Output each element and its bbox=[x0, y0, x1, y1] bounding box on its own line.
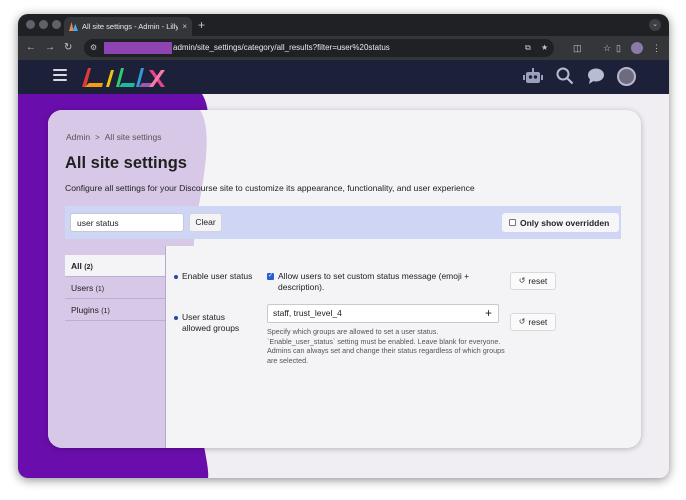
user-avatar[interactable] bbox=[617, 67, 636, 86]
site-logo[interactable] bbox=[82, 66, 166, 88]
reset-enable-user-status-button[interactable]: ↺ reset bbox=[510, 272, 556, 290]
allowed-groups-help-text: Specify which groups are allowed to set … bbox=[267, 327, 505, 365]
setting-name-line: allowed groups bbox=[182, 323, 240, 333]
minimize-window-button[interactable] bbox=[39, 20, 48, 29]
nav-item-users[interactable]: Users (1) bbox=[65, 277, 165, 299]
new-tab-button[interactable]: + bbox=[198, 17, 205, 33]
only-show-overridden-label: Only show overridden bbox=[520, 217, 610, 228]
overridden-checkbox[interactable] bbox=[509, 219, 516, 226]
redacted-domain bbox=[104, 42, 172, 54]
category-nav: All (2) Users (1) Plugins (1) bbox=[65, 255, 165, 321]
bookmarks-icon[interactable]: ☆ bbox=[603, 41, 611, 55]
setting-bullet bbox=[174, 316, 178, 320]
tab-title: All site settings - Admin - Lilly bbox=[82, 22, 179, 31]
site-header bbox=[18, 60, 669, 94]
tab-strip: All site settings - Admin - Lilly × + ⌄ bbox=[18, 14, 669, 36]
nav-item-label: Plugins bbox=[71, 305, 99, 315]
address-bar[interactable]: ⚙ admin/site_settings/category/all_resul… bbox=[84, 39, 554, 57]
maximize-window-button[interactable] bbox=[52, 20, 61, 29]
enable-user-status-checkbox[interactable]: ✓ bbox=[267, 273, 274, 280]
tab-close-icon[interactable]: × bbox=[182, 22, 187, 31]
page-title: All site settings bbox=[65, 154, 187, 172]
nav-item-plugins[interactable]: Plugins (1) bbox=[65, 299, 165, 321]
browser-tab-active[interactable]: All site settings - Admin - Lilly × bbox=[64, 17, 192, 36]
page-body: Admin > All site settings All site setti… bbox=[18, 94, 669, 478]
settings-card: Admin > All site settings All site setti… bbox=[48, 110, 641, 448]
page-subtitle: Configure all settings for your Discours… bbox=[65, 183, 475, 193]
nav-item-count: (1) bbox=[101, 308, 110, 315]
setting-name-enable-user-status: Enable user status bbox=[182, 271, 253, 281]
reset-label: reset bbox=[528, 317, 548, 327]
settings-list: Enable user status ✓ Allow users to set … bbox=[165, 246, 641, 448]
reset-label: reset bbox=[528, 276, 548, 286]
nav-item-label: Users bbox=[71, 283, 94, 293]
breadcrumb-current: All site settings bbox=[104, 132, 162, 142]
hamburger-menu-icon[interactable] bbox=[53, 69, 67, 84]
site-favicon-icon bbox=[69, 22, 78, 31]
reset-allowed-groups-button[interactable]: ↺ reset bbox=[510, 313, 556, 331]
add-group-plus-icon[interactable]: + bbox=[485, 306, 492, 321]
bookmark-star-icon[interactable]: ★ bbox=[541, 42, 548, 54]
profile-avatar[interactable] bbox=[631, 42, 643, 54]
browser-toolbar: ← → ↻ ⚙ admin/site_settings/category/all… bbox=[18, 36, 669, 60]
close-window-button[interactable] bbox=[26, 20, 35, 29]
browser-window: All site settings - Admin - Lilly × + ⌄ … bbox=[18, 14, 669, 478]
allowed-groups-selector[interactable]: staff, trust_level_4 + bbox=[267, 304, 499, 323]
url-text: admin/site_settings/category/all_results… bbox=[173, 43, 390, 52]
sidepanel-icon[interactable]: ▯ bbox=[616, 41, 621, 55]
breadcrumb: Admin > All site settings bbox=[66, 132, 161, 142]
reset-icon: ↺ bbox=[518, 317, 526, 326]
forward-arrow-icon[interactable]: → bbox=[45, 41, 55, 55]
reload-icon[interactable]: ↻ bbox=[64, 41, 72, 55]
install-app-icon[interactable]: ⧉ bbox=[525, 42, 531, 54]
nav-item-count: (1) bbox=[95, 286, 105, 293]
nav-item-label: All bbox=[71, 261, 82, 271]
back-arrow-icon[interactable]: ← bbox=[26, 41, 36, 55]
filter-bar: Clear Only show overridden bbox=[65, 206, 621, 239]
tab-search-icon[interactable]: ⌄ bbox=[649, 19, 661, 31]
setting-name-line: User status bbox=[182, 312, 225, 322]
extensions-icon[interactable]: ◫ bbox=[573, 41, 582, 55]
only-show-overridden-toggle[interactable]: Only show overridden bbox=[502, 213, 619, 232]
allowed-groups-value: staff, trust_level_4 bbox=[273, 308, 342, 318]
enable-user-status-description: Allow users to set custom status message… bbox=[278, 271, 470, 292]
chat-bubble-icon[interactable] bbox=[587, 67, 605, 85]
robot-icon[interactable] bbox=[523, 67, 543, 86]
nav-item-count: (2) bbox=[84, 264, 93, 271]
browser-menu-icon[interactable]: ⋮ bbox=[652, 41, 661, 55]
setting-name-user-status-allowed-groups: User status allowed groups bbox=[182, 312, 239, 334]
search-icon[interactable] bbox=[556, 67, 574, 85]
filter-input[interactable] bbox=[70, 213, 184, 232]
breadcrumb-admin-link[interactable]: Admin bbox=[66, 132, 90, 142]
site-info-icon[interactable]: ⚙ bbox=[90, 43, 100, 53]
breadcrumb-separator-icon: > bbox=[95, 132, 100, 142]
reset-icon: ↺ bbox=[518, 276, 526, 285]
setting-bullet bbox=[174, 275, 178, 279]
nav-item-all[interactable]: All (2) bbox=[65, 255, 165, 277]
clear-button[interactable]: Clear bbox=[189, 213, 222, 232]
